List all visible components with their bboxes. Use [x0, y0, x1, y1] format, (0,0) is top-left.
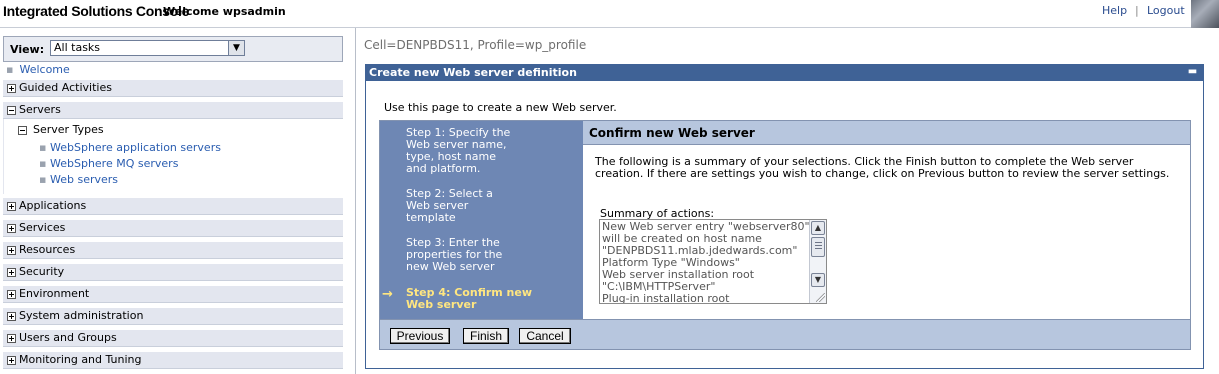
nav-item-services[interactable]: Services: [3, 220, 343, 237]
help-link[interactable]: Help: [1102, 4, 1127, 17]
previous-button[interactable]: Previous: [390, 328, 450, 344]
chevron-down-icon[interactable]: ▼: [228, 41, 244, 55]
wizard-button-bar: Previous Finish Cancel: [380, 319, 1190, 349]
panel-title: Create new Web server definition: [366, 65, 1203, 81]
nav-link-label: WebSphere application servers: [50, 141, 221, 154]
scroll-thumb[interactable]: [811, 237, 825, 257]
nav-welcome-link[interactable]: ▪ Welcome: [6, 63, 70, 76]
bullet-icon: ▪: [6, 63, 14, 76]
step-line: and platform.: [406, 162, 481, 175]
servers-subtree: Server Types ▪ WebSphere application serv…: [3, 119, 343, 194]
bullet-icon: ▪: [39, 157, 47, 170]
wizard-step-4-current: Step 4: Confirm new Web server: [406, 287, 536, 311]
step-line: new Web server: [406, 260, 495, 273]
brand-logo-image: [1191, 0, 1219, 28]
wizard-container: Step 1: Specify the Web server name, typ…: [379, 120, 1191, 350]
cancel-button[interactable]: Cancel: [519, 328, 571, 344]
nav-link-label: Web servers: [50, 173, 119, 186]
summary-lines: New Web server entry "webserver80" will …: [602, 221, 810, 304]
nav-link-label: WebSphere MQ servers: [50, 157, 179, 170]
nav-item-label: Guided Activities: [19, 81, 112, 94]
view-filter-bar: View: All tasks ▼: [3, 36, 343, 62]
finish-button[interactable]: Finish: [463, 328, 509, 344]
current-step-arrow-icon: →: [382, 287, 393, 302]
summary-textarea[interactable]: New Web server entry "webserver80" will …: [599, 219, 827, 304]
web-server-wizard-panel: Create new Web server definition ▬ Use t…: [365, 64, 1204, 369]
top-banner: Integrated Solutions Console Welcome wps…: [0, 0, 1219, 28]
view-select-value: All tasks: [54, 41, 101, 54]
wizard-step-3: Step 3: Enter the properties for the new…: [406, 237, 536, 273]
summary-instructions: The following is a summary of your selec…: [595, 156, 1180, 180]
collapse-icon[interactable]: [7, 106, 16, 115]
wizard-step-2: Step 2: Select a Web server template: [406, 188, 536, 224]
step-line: template: [406, 211, 456, 224]
nav-item-system-administration[interactable]: System administration: [3, 308, 343, 325]
instruction-line: creation. If there are settings you wish…: [595, 167, 1170, 180]
summary-scrollbar[interactable]: ▲ ▼: [809, 220, 826, 303]
expand-icon[interactable]: [7, 290, 16, 299]
scroll-up-icon[interactable]: ▲: [811, 221, 825, 235]
wizard-steps: Step 1: Specify the Web server name, typ…: [380, 121, 583, 349]
view-label: View:: [10, 43, 45, 56]
nav-item-label: Environment: [19, 287, 90, 300]
nav-item-applications[interactable]: Applications: [3, 198, 343, 215]
nav-item-resources[interactable]: Resources: [3, 242, 343, 259]
server-types-label[interactable]: Server Types: [33, 123, 104, 136]
bullet-icon: ▪: [39, 141, 47, 154]
nav-item-label: Applications: [19, 199, 87, 212]
expand-icon[interactable]: [7, 202, 16, 211]
collapse-icon[interactable]: [18, 126, 27, 135]
welcome-user: Welcome wpsadmin: [163, 5, 286, 18]
resize-grip-icon[interactable]: [816, 293, 825, 302]
nav-item-label: Security: [19, 265, 65, 278]
nav-item-security[interactable]: Security: [3, 264, 343, 281]
expand-icon[interactable]: [7, 268, 16, 277]
nav-welcome-label: Welcome: [19, 63, 70, 76]
expand-icon[interactable]: [7, 84, 16, 93]
navigation-tree: View: All tasks ▼ ▪ Welcome Guided Activi…: [0, 28, 356, 374]
nav-item-guided-activities[interactable]: Guided Activities: [3, 80, 343, 97]
expand-icon[interactable]: [7, 224, 16, 233]
summary-line: Plug-in installation root: [602, 292, 730, 304]
nav-item-label: Servers: [19, 103, 61, 116]
nav-item-label: Users and Groups: [19, 331, 117, 344]
nav-item-monitoring-and-tuning[interactable]: Monitoring and Tuning: [3, 352, 343, 369]
nav-item-servers[interactable]: Servers: [3, 102, 343, 119]
nav-link-web-servers[interactable]: ▪ Web servers: [39, 173, 119, 186]
app-title: Integrated Solutions Console: [3, 3, 190, 19]
logout-link[interactable]: Logout: [1147, 4, 1185, 17]
scroll-down-icon[interactable]: ▼: [811, 273, 825, 287]
header-separator: |: [1135, 4, 1139, 17]
expand-icon[interactable]: [7, 312, 16, 321]
bullet-icon: ▪: [39, 173, 47, 186]
nav-item-label: System administration: [19, 309, 144, 322]
nav-item-environment[interactable]: Environment: [3, 286, 343, 303]
expand-icon[interactable]: [7, 356, 16, 365]
wizard-step-1: Step 1: Specify the Web server name, typ…: [406, 127, 536, 175]
cell-profile-label: Cell=DENPBDS11, Profile=wp_profile: [364, 38, 587, 52]
nav-link-websphere-app-servers[interactable]: ▪ WebSphere application servers: [39, 141, 221, 154]
nav-item-users-and-groups[interactable]: Users and Groups: [3, 330, 343, 347]
view-select[interactable]: All tasks ▼: [50, 40, 245, 56]
confirm-section-title: Confirm new Web server: [583, 121, 1190, 145]
expand-icon[interactable]: [7, 334, 16, 343]
nav-item-label: Resources: [19, 243, 76, 256]
step-line: Web server: [406, 298, 477, 311]
expand-icon[interactable]: [7, 246, 16, 255]
nav-item-label: Monitoring and Tuning: [19, 353, 142, 366]
nav-link-websphere-mq-servers[interactable]: ▪ WebSphere MQ servers: [39, 157, 179, 170]
intro-text: Use this page to create a new Web server…: [384, 101, 617, 114]
nav-item-label: Services: [19, 221, 66, 234]
minimize-icon[interactable]: ▬: [1187, 67, 1198, 78]
